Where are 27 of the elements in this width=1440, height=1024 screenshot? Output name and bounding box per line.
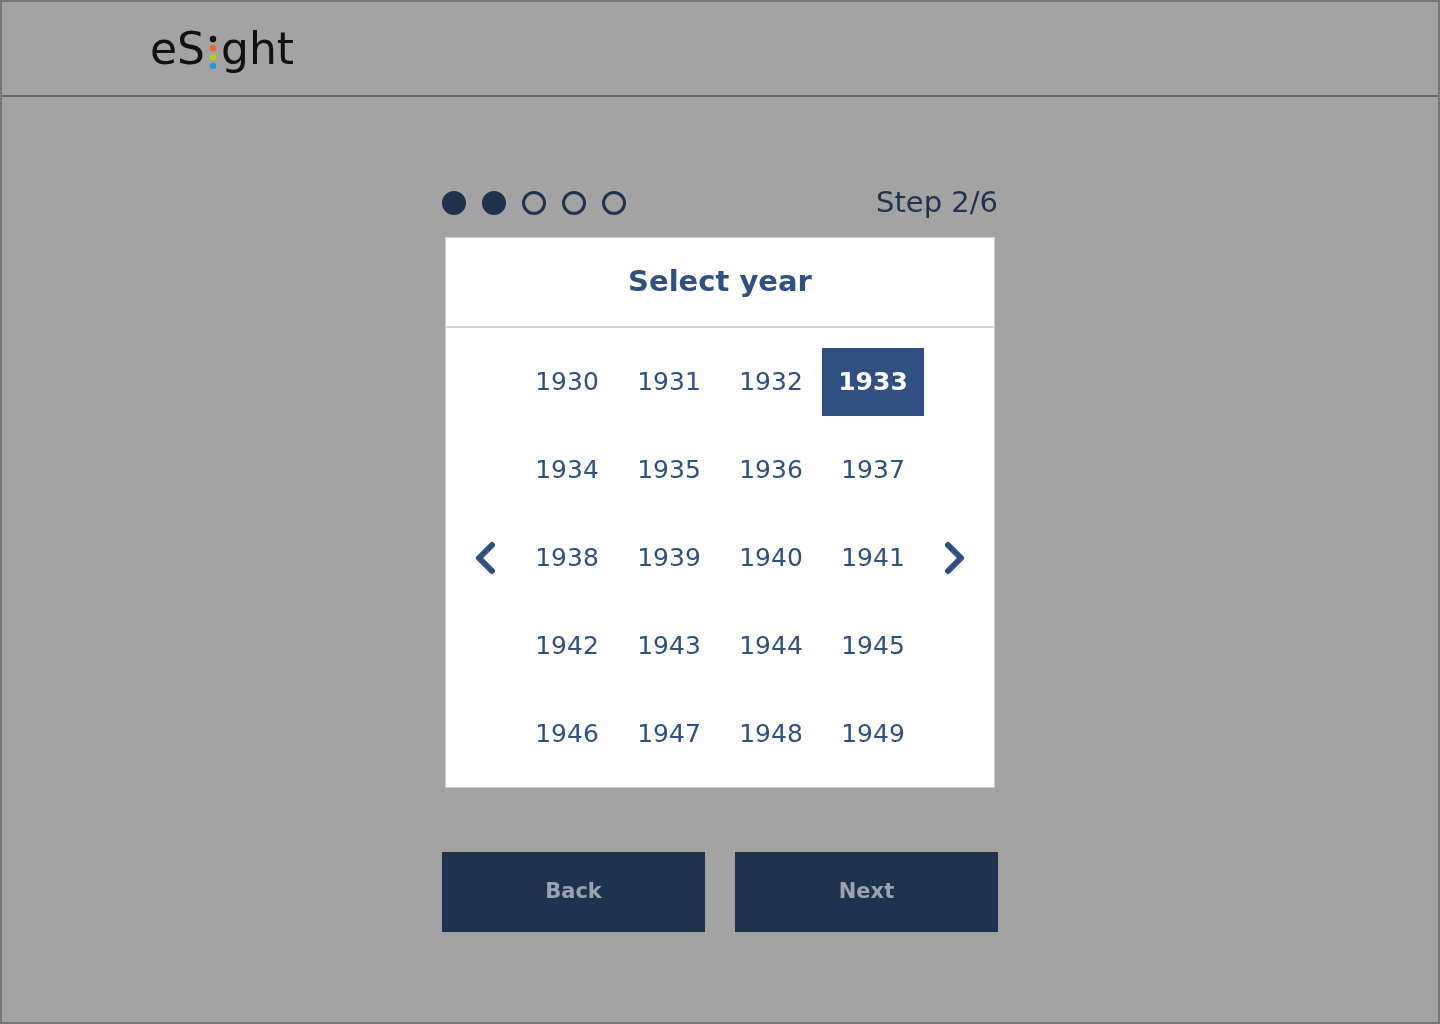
back-button[interactable]: Back — [442, 851, 705, 932]
step-counter: Step 2/6 — [876, 184, 998, 221]
logo-text: eS — [150, 26, 205, 71]
year-option[interactable]: 1939 — [618, 523, 720, 592]
picker-title: Select year — [628, 262, 812, 300]
year-option[interactable]: 1941 — [822, 523, 924, 592]
year-option[interactable]: 1940 — [720, 523, 822, 592]
year-option[interactable]: 1945 — [822, 611, 924, 680]
year-option[interactable]: 1932 — [720, 347, 822, 416]
year-option[interactable]: 1942 — [516, 611, 618, 680]
year-option[interactable]: 1935 — [618, 435, 720, 504]
year-option[interactable]: 1931 — [618, 347, 720, 416]
year-option[interactable]: 1943 — [618, 611, 720, 680]
year-option[interactable]: 1933 — [822, 347, 924, 416]
year-option[interactable]: 1947 — [618, 699, 720, 768]
next-button[interactable]: Next — [735, 851, 998, 932]
year-option[interactable]: 1946 — [516, 699, 618, 768]
year-option[interactable]: 1948 — [720, 699, 822, 768]
year-option[interactable]: 1937 — [822, 435, 924, 504]
logo-text: ght — [221, 26, 295, 71]
colored-dots-icon — [208, 34, 218, 69]
year-option[interactable]: 1944 — [720, 611, 822, 680]
year-option[interactable]: 1949 — [822, 699, 924, 768]
year-option[interactable]: 1934 — [516, 435, 618, 504]
year-option[interactable]: 1938 — [516, 523, 618, 592]
year-option[interactable]: 1936 — [720, 435, 822, 504]
year-option[interactable]: 1930 — [516, 347, 618, 416]
